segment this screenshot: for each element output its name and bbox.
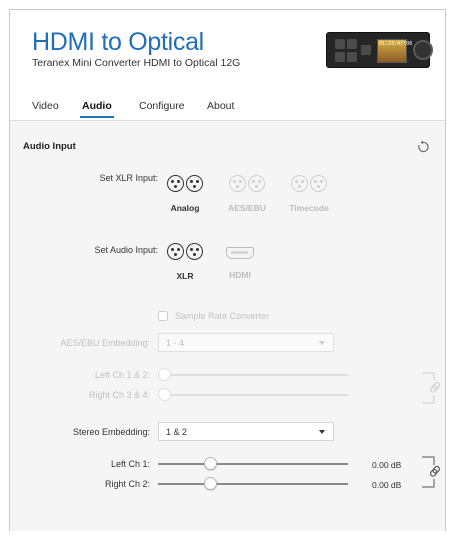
tab-about[interactable]: About — [207, 100, 234, 112]
audio-input-label: Set Audio Input: — [94, 245, 158, 255]
slider-track — [158, 374, 348, 376]
aes-right-slider[interactable] — [158, 388, 348, 402]
xlr-connector-icon — [167, 175, 184, 192]
device-button — [361, 45, 371, 55]
device-button — [335, 52, 345, 62]
slider-thumb[interactable] — [158, 368, 171, 381]
aes-right-slider-label: Right Ch 3 & 4: — [88, 390, 150, 400]
slider-track — [158, 394, 348, 396]
page-subtitle: Teranex Mini Converter HDMI to Optical 1… — [32, 57, 241, 69]
left-ch-value: 0.00 dB — [372, 460, 402, 470]
stereo-embedding-label: Stereo Embedding: — [72, 427, 150, 437]
aes-left-slider[interactable] — [158, 368, 348, 382]
slider-track — [158, 463, 348, 465]
xlr-connector-icon — [310, 175, 327, 192]
device-knob — [413, 40, 433, 60]
right-ch-slider-label: Right Ch 2: — [104, 479, 150, 489]
left-ch-slider-label: Left Ch 1: — [110, 459, 150, 469]
xlr-option-analog[interactable]: Analog — [158, 175, 212, 213]
xlr-connector-icon — [186, 175, 203, 192]
slider-track — [158, 483, 348, 485]
slider-thumb[interactable] — [204, 457, 217, 470]
aes-embedding-select[interactable]: 1 - 4 — [158, 333, 334, 352]
device-image: 01:23:47:08 — [326, 32, 433, 68]
select-value: 1 - 4 — [166, 338, 185, 348]
page-title: HDMI to Optical — [32, 28, 204, 56]
hdmi-icon — [226, 247, 254, 259]
option-label: HDMI — [229, 270, 251, 280]
device-screen: 01:23:47:08 — [377, 39, 412, 63]
xlr-connector-icon — [167, 243, 184, 260]
tab-bar: Video Audio Configure About — [32, 100, 432, 120]
xlr-option-timecode[interactable]: Timecode — [282, 175, 336, 213]
tab-video[interactable]: Video — [32, 100, 59, 112]
xlr-connector-icon — [186, 243, 203, 260]
aes-left-slider-label: Left Ch 1 & 2: — [94, 370, 150, 380]
tab-audio[interactable]: Audio — [82, 100, 112, 112]
slider-thumb[interactable] — [158, 388, 171, 401]
chevron-down-icon — [319, 341, 325, 345]
option-label: Analog — [170, 203, 200, 213]
section-title: Audio Input — [23, 141, 76, 152]
xlr-connector-icon — [291, 175, 308, 192]
reset-icon[interactable] — [416, 140, 430, 154]
right-ch-value: 0.00 dB — [372, 480, 402, 490]
xlr-option-aes-ebu[interactable]: AES/EBU — [220, 175, 274, 213]
chevron-down-icon — [319, 430, 325, 434]
sample-rate-converter-checkbox[interactable] — [158, 311, 168, 321]
device-button — [347, 39, 357, 49]
aes-embedding-label: AES/EBU Embedding: — [60, 338, 150, 348]
slider-thumb[interactable] — [204, 477, 217, 490]
sample-rate-converter-label: Sample Rate Converter — [175, 311, 270, 321]
left-ch-slider[interactable] — [158, 457, 348, 471]
device-button — [335, 39, 345, 49]
xlr-input-label: Set XLR Input: — [99, 173, 158, 183]
stereo-embedding-select[interactable]: 1 & 2 — [158, 422, 334, 441]
active-tab-indicator — [80, 116, 114, 118]
xlr-connector-icon — [248, 175, 265, 192]
right-ch-slider[interactable] — [158, 477, 348, 491]
device-button — [347, 52, 357, 62]
option-label: AES/EBU — [228, 203, 266, 213]
option-label: XLR — [176, 271, 194, 281]
header: HDMI to Optical Teranex Mini Converter H… — [10, 10, 445, 86]
tab-configure[interactable]: Configure — [139, 100, 185, 112]
audio-option-hdmi[interactable]: HDMI — [213, 243, 267, 280]
option-label: Timecode — [289, 203, 329, 213]
xlr-connector-icon — [229, 175, 246, 192]
audio-panel: Audio Input Set XLR Input: Analog AES/EB… — [10, 121, 445, 531]
audio-option-xlr[interactable]: XLR — [158, 243, 212, 281]
select-value: 1 & 2 — [166, 427, 188, 437]
app-window: HDMI to Optical Teranex Mini Converter H… — [9, 9, 446, 531]
link-channels-icon[interactable] — [420, 455, 442, 489]
link-channels-icon[interactable] — [420, 371, 442, 405]
